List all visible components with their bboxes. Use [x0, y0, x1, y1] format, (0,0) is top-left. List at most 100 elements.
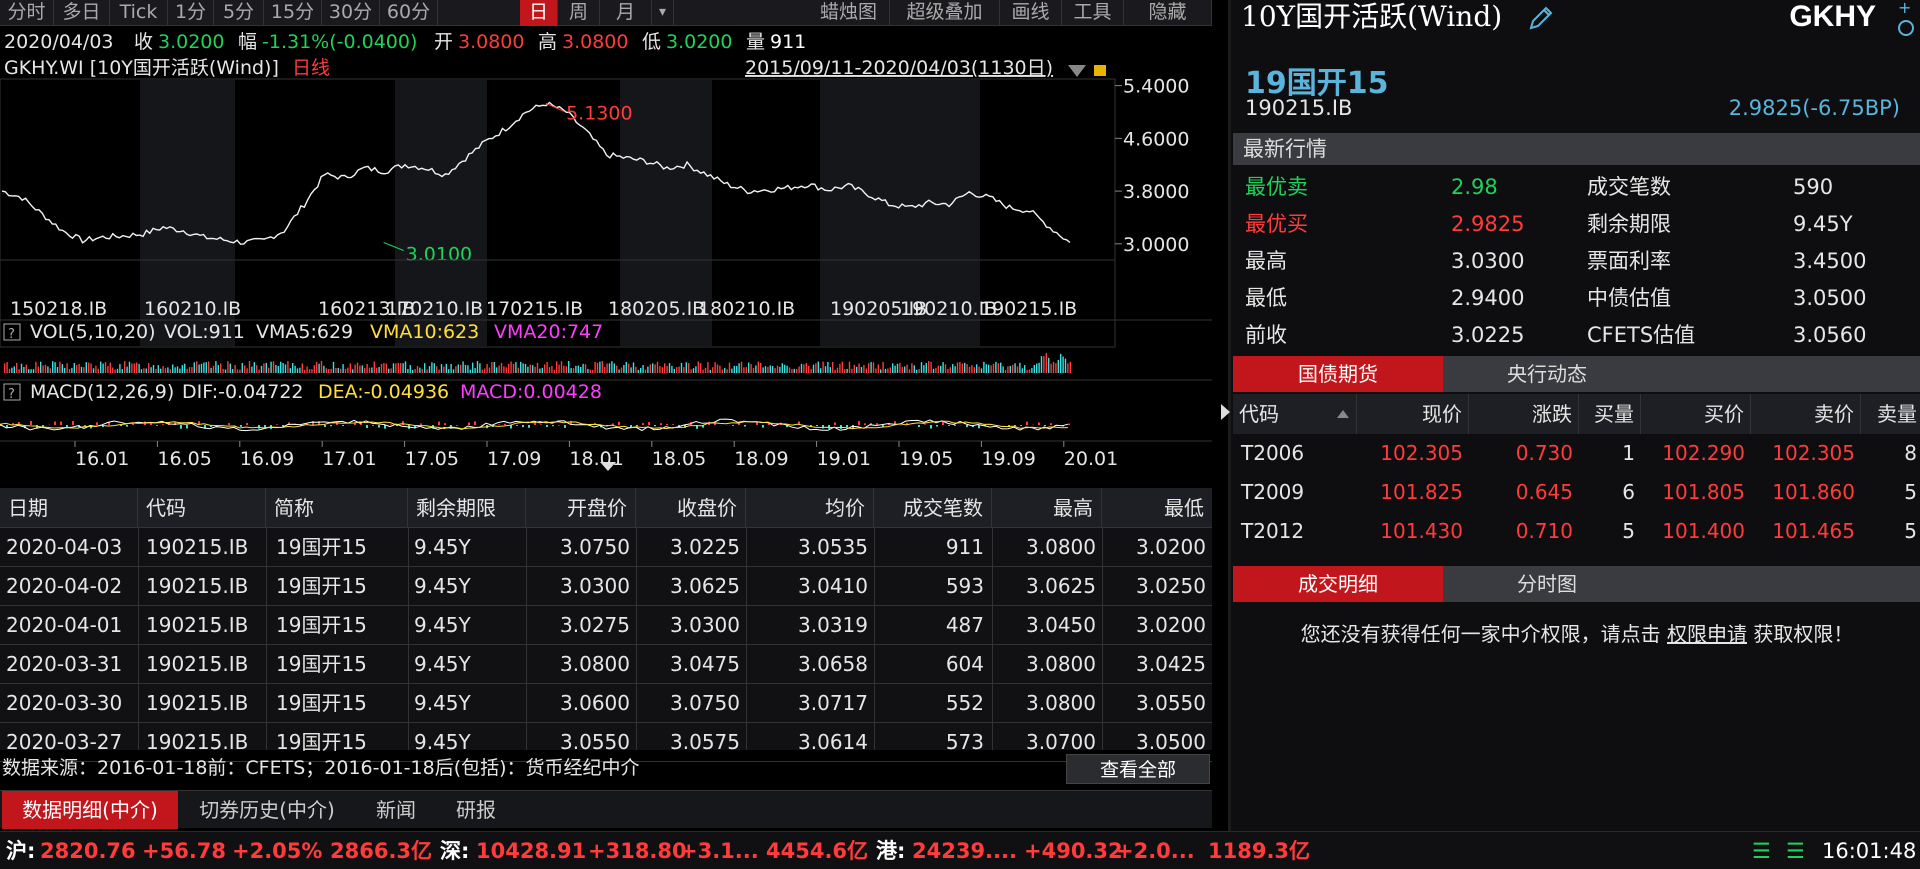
data-source-note: 数据来源：2016-01-18前：CFETS；2016-01-18后(包括)：货… — [2, 757, 640, 779]
futures-row[interactable]: T2009 101.825 0.645 6 101.805 101.860 5 — [1233, 473, 1920, 511]
market-status-bar: 沪: 2820.76 +56.78 +2.05% 2866.3亿 深: 1042… — [0, 831, 1920, 869]
volume-bar — [678, 366, 680, 373]
tools-button[interactable]: 工具 — [1062, 0, 1124, 26]
range-dropdown-icon[interactable] — [1068, 65, 1086, 77]
tab-news[interactable]: 新闻 — [360, 791, 432, 829]
volume-bar — [476, 361, 479, 373]
volume-bar — [848, 361, 851, 373]
table-cell: 2020-03-30 — [6, 691, 123, 715]
fut-col-bid[interactable]: 买价 — [1641, 394, 1751, 434]
settings-circle-icon[interactable] — [1898, 20, 1914, 36]
lock-icon[interactable] — [1094, 65, 1106, 76]
sort-asc-icon[interactable] — [1337, 410, 1349, 418]
close-label: 收 — [134, 31, 154, 53]
col-code[interactable]: 代码 — [138, 488, 266, 528]
volume-bar — [702, 369, 704, 373]
volume-bar — [884, 368, 887, 373]
fut-col-price[interactable]: 现价 — [1357, 394, 1469, 434]
period-tab-week[interactable]: 周 — [558, 0, 600, 26]
table-row[interactable]: 2020-03-31 190215.IB 19国开15 9.45Y 3.0800 3.04… — [0, 645, 1212, 684]
volume-bar — [752, 367, 755, 373]
volume-bar — [275, 364, 277, 373]
volume-bar — [726, 369, 728, 373]
futures-cell: 5 — [1622, 519, 1635, 543]
table-row[interactable]: 2020-04-03 190215.IB 19国开15 9.45Y 3.0750 3.02… — [0, 528, 1212, 567]
period-tab-multiday[interactable]: 多日 — [54, 0, 110, 26]
period-tab-15min[interactable]: 15分 — [264, 0, 322, 26]
col-average[interactable]: 均价 — [746, 488, 874, 528]
period-tab-tick[interactable]: Tick — [110, 0, 168, 26]
expand-arrow-icon[interactable] — [1221, 404, 1230, 420]
volume-bar — [354, 364, 356, 373]
edit-pencil-icon[interactable] — [1527, 4, 1555, 32]
volume-bar — [568, 361, 570, 373]
quote-field-label: 最优买 — [1245, 212, 1308, 236]
volume-bar — [241, 363, 243, 373]
permission-apply-link[interactable]: 权限申请 — [1667, 622, 1747, 646]
volume-bar — [1019, 362, 1021, 373]
period-dropdown-icon[interactable]: ▾ — [652, 0, 674, 26]
tab-detail-broker[interactable]: 数据明细(中介) — [2, 791, 178, 829]
volume-bar — [611, 361, 613, 373]
col-remaining-term[interactable]: 剩余期限 — [408, 488, 526, 528]
volume-bar — [64, 367, 66, 373]
candlestick-button[interactable]: 蜡烛图 — [808, 0, 890, 26]
table-row[interactable]: 2020-03-30 190215.IB 19国开15 9.45Y 3.0600 3.07… — [0, 684, 1212, 723]
col-date[interactable]: 日期 — [0, 488, 138, 528]
tab-research[interactable]: 研报 — [440, 791, 512, 829]
volume-bar — [421, 369, 423, 373]
tab-time-chart[interactable]: 分时图 — [1443, 566, 1651, 602]
table-cell: 9.45Y — [414, 652, 471, 676]
fut-col-bid-vol[interactable]: 买量 — [1579, 394, 1641, 434]
table-row[interactable]: 2020-04-01 190215.IB 19国开15 9.45Y 3.0275 3.03… — [0, 606, 1212, 645]
volume-bar — [352, 369, 354, 373]
tab-trade-detail[interactable]: 成交明细 — [1233, 566, 1443, 602]
volume-bar — [239, 369, 241, 373]
volume-bar — [853, 364, 855, 373]
volume-bar — [433, 363, 435, 373]
view-all-button[interactable]: 查看全部 — [1066, 754, 1210, 784]
period-tab-1min[interactable]: 1分 — [168, 0, 214, 26]
col-low[interactable]: 最低 — [1102, 488, 1212, 528]
period-tab-month[interactable]: 月 — [600, 0, 652, 26]
volume-bar — [563, 365, 565, 373]
volume-bar — [824, 366, 827, 373]
period-tab-day[interactable]: 日 — [520, 0, 558, 26]
permission-message: 您还没有获得任何一家中介权限，请点击 权限申请 获取权限！ — [1231, 618, 1920, 647]
volume-bar — [628, 363, 630, 373]
col-close[interactable]: 收盘价 — [636, 488, 746, 528]
volume-bar — [1026, 369, 1028, 373]
col-open[interactable]: 开盘价 — [526, 488, 636, 528]
list-icon[interactable]: ☰ — [1752, 832, 1771, 869]
period-tab-5min[interactable]: 5分 — [214, 0, 264, 26]
volume-bar — [582, 363, 584, 373]
period-tab-intraday[interactable]: 分时 — [0, 0, 54, 26]
period-tab-30min[interactable]: 30分 — [322, 0, 380, 26]
period-tab-60min[interactable]: 60分 — [380, 0, 438, 26]
list-alt-icon[interactable]: ☰ — [1786, 832, 1805, 869]
col-trades[interactable]: 成交笔数 — [874, 488, 992, 528]
col-short-name[interactable]: 简称 — [266, 488, 408, 528]
add-icon[interactable]: + — [1898, 0, 1914, 16]
futures-row[interactable]: T2006 102.305 0.730 1 102.290 102.305 8 — [1233, 434, 1920, 472]
tab-treasury-futures[interactable]: 国债期货 — [1233, 356, 1443, 392]
volume-bar — [971, 365, 973, 373]
chart-date-range[interactable]: 2015/09/11-2020/04/03(1130日) — [745, 57, 1053, 79]
table-row[interactable]: 2020-04-02 190215.IB 19国开15 9.45Y 3.0300 3.06… — [0, 567, 1212, 606]
fut-col-change[interactable]: 涨跌 — [1469, 394, 1579, 434]
fut-col-ask-vol[interactable]: 卖量 — [1861, 394, 1920, 434]
tab-central-bank[interactable]: 央行动态 — [1443, 356, 1651, 392]
tab-switch-history[interactable]: 切券历史(中介) — [182, 791, 352, 829]
fut-col-ask[interactable]: 卖价 — [1751, 394, 1861, 434]
futures-row[interactable]: T2012 101.430 0.710 5 101.400 101.465 5 — [1233, 512, 1920, 550]
hide-button[interactable]: 隐藏 — [1124, 0, 1212, 26]
volume-bar — [1024, 365, 1026, 373]
col-high[interactable]: 最高 — [992, 488, 1102, 528]
y-tick-label: 5.4000 — [1123, 76, 1189, 98]
volume-bar — [894, 365, 896, 373]
volume-bar — [692, 368, 695, 373]
draw-line-button[interactable]: 画线 — [1000, 0, 1062, 26]
overlay-button[interactable]: 超级叠加 — [890, 0, 1000, 26]
volume-bar — [208, 361, 210, 373]
price-chart[interactable]: GKHY.WI [10Y国开活跃(Wind)] 日线 2015/09/11-20… — [0, 57, 1212, 472]
